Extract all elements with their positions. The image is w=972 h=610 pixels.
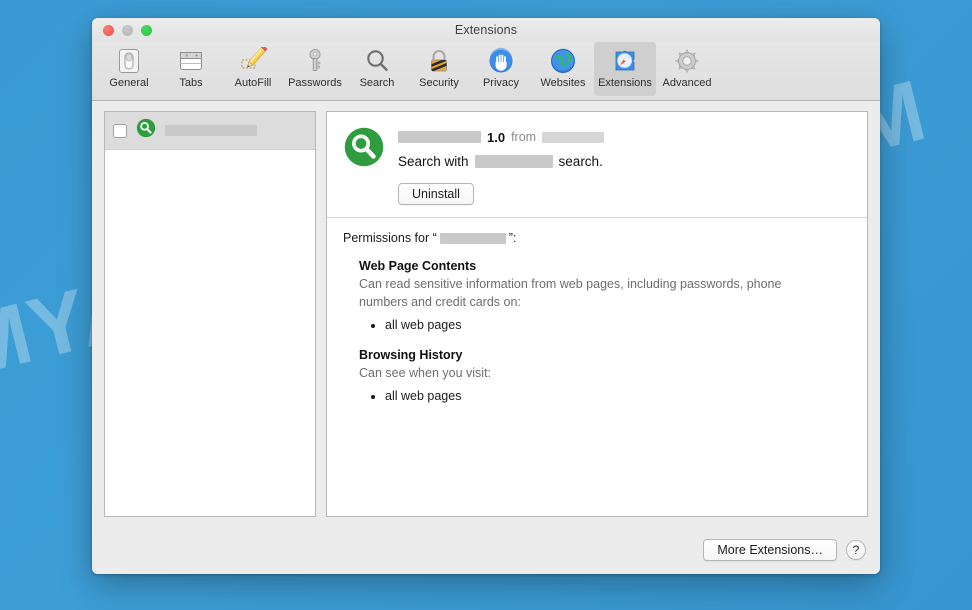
- toolbar-label-general: General: [109, 77, 149, 89]
- permissions-heading: Permissions for “ ”:: [343, 231, 851, 245]
- preferences-toolbar: General × + Tabs AutoFill Passwords Sear…: [92, 42, 880, 101]
- permission-group-description: Can read sensitive information from web …: [359, 277, 782, 309]
- toolbar-label-search: Search: [359, 77, 395, 89]
- extension-detail-pane: 1.0 from Search with search. Uninstall P…: [326, 111, 868, 517]
- extension-name-redacted: [165, 125, 257, 136]
- search-magnifier-icon: [362, 46, 392, 76]
- passwords-key-icon: [300, 46, 330, 76]
- traffic-light-group: [103, 25, 152, 36]
- toolbar-item-security[interactable]: Security: [408, 42, 470, 96]
- description-suffix: search.: [558, 154, 603, 169]
- zoom-window-button[interactable]: [141, 25, 152, 36]
- description-engine-redacted: [474, 155, 553, 168]
- toolbar-item-extensions[interactable]: Extensions: [594, 42, 656, 96]
- toolbar-item-websites[interactable]: Websites: [532, 42, 594, 96]
- svg-text:×: ×: [185, 53, 189, 59]
- toolbar-item-privacy[interactable]: Privacy: [470, 42, 532, 96]
- websites-globe-icon: [548, 46, 578, 76]
- permissions-prefix: Permissions for “: [343, 231, 437, 245]
- toolbar-label-autofill: AutoFill: [234, 77, 272, 89]
- permission-group-items: all web pages: [359, 387, 851, 406]
- green-magnifier-icon: [136, 118, 156, 143]
- permission-group-heading: Browsing History: [359, 348, 463, 363]
- toolbar-item-advanced[interactable]: Advanced: [656, 42, 718, 96]
- list-item[interactable]: [105, 112, 315, 150]
- uninstall-button[interactable]: Uninstall: [398, 183, 474, 205]
- extension-vendor-redacted: [542, 131, 605, 143]
- permission-item: all web pages: [385, 316, 851, 335]
- security-padlock-icon: [424, 46, 454, 76]
- green-magnifier-icon: [343, 126, 385, 205]
- general-switch-icon: [114, 46, 144, 76]
- permission-group-description: Can see when you visit:: [359, 366, 492, 381]
- toolbar-item-autofill[interactable]: AutoFill: [222, 42, 284, 96]
- minimize-window-button[interactable]: [122, 25, 133, 36]
- permission-group-web-page-contents: Web Page Contents Can read sensitive inf…: [359, 259, 851, 334]
- toolbar-label-privacy: Privacy: [482, 77, 520, 89]
- toolbar-item-passwords[interactable]: Passwords: [284, 42, 346, 96]
- desktop-background: MYANTISPYWARE.COM Extensions: [0, 0, 972, 610]
- toolbar-label-advanced: Advanced: [662, 77, 712, 89]
- extensions-puzzle-compass-icon: [610, 46, 640, 76]
- toolbar-label-extensions: Extensions: [598, 77, 652, 89]
- window-footer: More Extensions… ?: [92, 526, 880, 574]
- toolbar-label-passwords: Passwords: [288, 77, 342, 89]
- privacy-hand-icon: [486, 46, 516, 76]
- svg-text:+: +: [195, 54, 199, 60]
- description-prefix: Search with: [398, 154, 469, 169]
- extension-enable-checkbox[interactable]: [113, 123, 127, 138]
- autofill-pencil-icon: [238, 46, 268, 76]
- extensions-list[interactable]: [104, 111, 316, 517]
- extension-detail-header: 1.0 from Search with search. Uninstall: [327, 112, 867, 218]
- advanced-gear-icon: [672, 46, 702, 76]
- toolbar-item-search[interactable]: Search: [346, 42, 408, 96]
- help-button[interactable]: ?: [846, 540, 866, 560]
- window-titlebar[interactable]: Extensions: [92, 18, 880, 42]
- toolbar-label-tabs: Tabs: [179, 77, 203, 89]
- from-label: from: [511, 130, 537, 144]
- extensions-pane: 1.0 from Search with search. Uninstall P…: [92, 101, 880, 526]
- more-extensions-button[interactable]: More Extensions…: [703, 539, 837, 561]
- permissions-suffix: ”:: [508, 231, 517, 245]
- extension-description: Search with search.: [398, 154, 851, 169]
- close-window-button[interactable]: [103, 25, 114, 36]
- extension-title-line: 1.0 from: [398, 128, 851, 146]
- toolbar-label-websites: Websites: [540, 77, 586, 89]
- extension-detail-text: 1.0 from Search with search. Uninstall: [398, 126, 851, 205]
- tabs-icon: × +: [176, 46, 206, 76]
- toolbar-item-general[interactable]: General: [98, 42, 160, 96]
- permission-item: all web pages: [385, 387, 851, 406]
- permissions-section: Permissions for “ ”: Web Page Contents C…: [327, 218, 867, 516]
- extension-version: 1.0: [487, 129, 506, 145]
- permission-group-heading: Web Page Contents: [359, 259, 477, 273]
- permission-group-items: all web pages: [359, 316, 851, 335]
- permissions-name-redacted: [439, 232, 506, 244]
- permission-group-browsing-history: Browsing History Can see when you visit:…: [359, 348, 851, 406]
- uninstall-row: Uninstall: [398, 183, 851, 205]
- window-title: Extensions: [454, 23, 518, 37]
- extension-name-redacted: [398, 131, 481, 143]
- toolbar-label-security: Security: [419, 77, 459, 89]
- toolbar-item-tabs[interactable]: × + Tabs: [160, 42, 222, 96]
- safari-preferences-window: Extensions General × + Tabs AutoFill Pas…: [92, 18, 880, 574]
